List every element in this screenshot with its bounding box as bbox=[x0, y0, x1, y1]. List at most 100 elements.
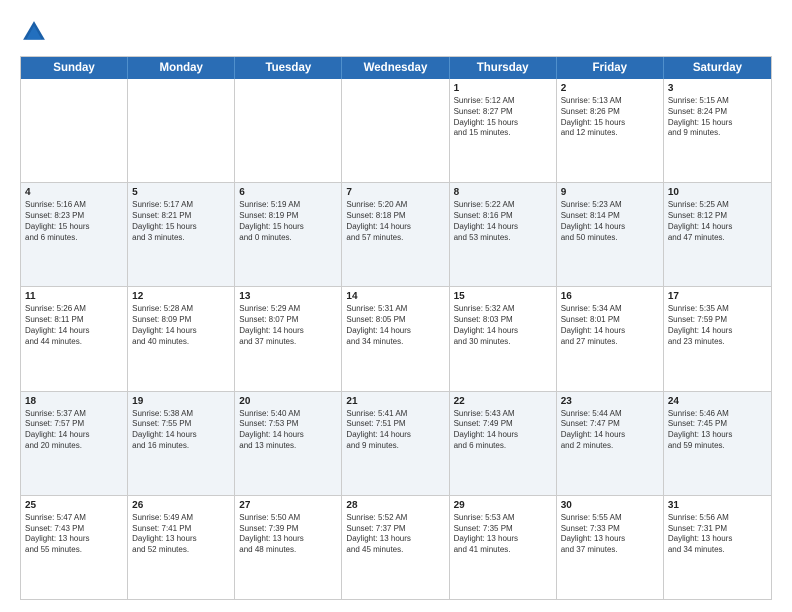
day-number: 4 bbox=[25, 186, 123, 199]
day-number: 24 bbox=[668, 395, 767, 408]
calendar-cell: 22Sunrise: 5:43 AM Sunset: 7:49 PM Dayli… bbox=[450, 392, 557, 495]
calendar-cell: 29Sunrise: 5:53 AM Sunset: 7:35 PM Dayli… bbox=[450, 496, 557, 599]
day-info: Sunrise: 5:50 AM Sunset: 7:39 PM Dayligh… bbox=[239, 513, 337, 556]
calendar-cell: 5Sunrise: 5:17 AM Sunset: 8:21 PM Daylig… bbox=[128, 183, 235, 286]
day-number: 26 bbox=[132, 499, 230, 512]
day-info: Sunrise: 5:22 AM Sunset: 8:16 PM Dayligh… bbox=[454, 200, 552, 243]
day-number: 19 bbox=[132, 395, 230, 408]
day-info: Sunrise: 5:25 AM Sunset: 8:12 PM Dayligh… bbox=[668, 200, 767, 243]
day-number: 18 bbox=[25, 395, 123, 408]
calendar-cell: 27Sunrise: 5:50 AM Sunset: 7:39 PM Dayli… bbox=[235, 496, 342, 599]
day-info: Sunrise: 5:52 AM Sunset: 7:37 PM Dayligh… bbox=[346, 513, 444, 556]
page: SundayMondayTuesdayWednesdayThursdayFrid… bbox=[0, 0, 792, 612]
day-number: 1 bbox=[454, 82, 552, 95]
day-info: Sunrise: 5:46 AM Sunset: 7:45 PM Dayligh… bbox=[668, 409, 767, 452]
calendar-cell: 30Sunrise: 5:55 AM Sunset: 7:33 PM Dayli… bbox=[557, 496, 664, 599]
day-info: Sunrise: 5:19 AM Sunset: 8:19 PM Dayligh… bbox=[239, 200, 337, 243]
day-number: 7 bbox=[346, 186, 444, 199]
day-number: 12 bbox=[132, 290, 230, 303]
calendar-cell: 12Sunrise: 5:28 AM Sunset: 8:09 PM Dayli… bbox=[128, 287, 235, 390]
calendar-cell: 20Sunrise: 5:40 AM Sunset: 7:53 PM Dayli… bbox=[235, 392, 342, 495]
calendar-cell: 7Sunrise: 5:20 AM Sunset: 8:18 PM Daylig… bbox=[342, 183, 449, 286]
weekday-header: Tuesday bbox=[235, 57, 342, 79]
calendar-cell: 9Sunrise: 5:23 AM Sunset: 8:14 PM Daylig… bbox=[557, 183, 664, 286]
calendar-cell: 18Sunrise: 5:37 AM Sunset: 7:57 PM Dayli… bbox=[21, 392, 128, 495]
calendar-cell: 8Sunrise: 5:22 AM Sunset: 8:16 PM Daylig… bbox=[450, 183, 557, 286]
calendar-cell: 31Sunrise: 5:56 AM Sunset: 7:31 PM Dayli… bbox=[664, 496, 771, 599]
header bbox=[20, 18, 772, 46]
calendar-cell bbox=[21, 79, 128, 182]
calendar-cell: 3Sunrise: 5:15 AM Sunset: 8:24 PM Daylig… bbox=[664, 79, 771, 182]
weekday-header: Monday bbox=[128, 57, 235, 79]
calendar-cell: 14Sunrise: 5:31 AM Sunset: 8:05 PM Dayli… bbox=[342, 287, 449, 390]
calendar-cell: 1Sunrise: 5:12 AM Sunset: 8:27 PM Daylig… bbox=[450, 79, 557, 182]
day-number: 10 bbox=[668, 186, 767, 199]
day-number: 27 bbox=[239, 499, 337, 512]
day-number: 5 bbox=[132, 186, 230, 199]
day-info: Sunrise: 5:53 AM Sunset: 7:35 PM Dayligh… bbox=[454, 513, 552, 556]
calendar-cell: 6Sunrise: 5:19 AM Sunset: 8:19 PM Daylig… bbox=[235, 183, 342, 286]
calendar-cell: 15Sunrise: 5:32 AM Sunset: 8:03 PM Dayli… bbox=[450, 287, 557, 390]
calendar-cell bbox=[128, 79, 235, 182]
day-info: Sunrise: 5:55 AM Sunset: 7:33 PM Dayligh… bbox=[561, 513, 659, 556]
day-info: Sunrise: 5:38 AM Sunset: 7:55 PM Dayligh… bbox=[132, 409, 230, 452]
calendar-cell bbox=[235, 79, 342, 182]
day-number: 31 bbox=[668, 499, 767, 512]
day-number: 9 bbox=[561, 186, 659, 199]
day-number: 28 bbox=[346, 499, 444, 512]
day-info: Sunrise: 5:13 AM Sunset: 8:26 PM Dayligh… bbox=[561, 96, 659, 139]
logo-icon bbox=[20, 18, 48, 46]
day-info: Sunrise: 5:32 AM Sunset: 8:03 PM Dayligh… bbox=[454, 304, 552, 347]
calendar-cell: 28Sunrise: 5:52 AM Sunset: 7:37 PM Dayli… bbox=[342, 496, 449, 599]
calendar-cell: 21Sunrise: 5:41 AM Sunset: 7:51 PM Dayli… bbox=[342, 392, 449, 495]
calendar-cell: 4Sunrise: 5:16 AM Sunset: 8:23 PM Daylig… bbox=[21, 183, 128, 286]
calendar-cell: 19Sunrise: 5:38 AM Sunset: 7:55 PM Dayli… bbox=[128, 392, 235, 495]
day-number: 16 bbox=[561, 290, 659, 303]
day-number: 22 bbox=[454, 395, 552, 408]
calendar-cell: 26Sunrise: 5:49 AM Sunset: 7:41 PM Dayli… bbox=[128, 496, 235, 599]
day-info: Sunrise: 5:35 AM Sunset: 7:59 PM Dayligh… bbox=[668, 304, 767, 347]
day-info: Sunrise: 5:43 AM Sunset: 7:49 PM Dayligh… bbox=[454, 409, 552, 452]
calendar-cell: 10Sunrise: 5:25 AM Sunset: 8:12 PM Dayli… bbox=[664, 183, 771, 286]
day-info: Sunrise: 5:31 AM Sunset: 8:05 PM Dayligh… bbox=[346, 304, 444, 347]
day-number: 21 bbox=[346, 395, 444, 408]
calendar-cell: 13Sunrise: 5:29 AM Sunset: 8:07 PM Dayli… bbox=[235, 287, 342, 390]
day-info: Sunrise: 5:56 AM Sunset: 7:31 PM Dayligh… bbox=[668, 513, 767, 556]
day-info: Sunrise: 5:40 AM Sunset: 7:53 PM Dayligh… bbox=[239, 409, 337, 452]
day-info: Sunrise: 5:37 AM Sunset: 7:57 PM Dayligh… bbox=[25, 409, 123, 452]
day-info: Sunrise: 5:17 AM Sunset: 8:21 PM Dayligh… bbox=[132, 200, 230, 243]
day-number: 17 bbox=[668, 290, 767, 303]
day-info: Sunrise: 5:47 AM Sunset: 7:43 PM Dayligh… bbox=[25, 513, 123, 556]
logo bbox=[20, 18, 52, 46]
day-info: Sunrise: 5:12 AM Sunset: 8:27 PM Dayligh… bbox=[454, 96, 552, 139]
day-info: Sunrise: 5:41 AM Sunset: 7:51 PM Dayligh… bbox=[346, 409, 444, 452]
day-number: 20 bbox=[239, 395, 337, 408]
day-info: Sunrise: 5:15 AM Sunset: 8:24 PM Dayligh… bbox=[668, 96, 767, 139]
calendar-header: SundayMondayTuesdayWednesdayThursdayFrid… bbox=[21, 57, 771, 79]
calendar-row: 4Sunrise: 5:16 AM Sunset: 8:23 PM Daylig… bbox=[21, 183, 771, 287]
calendar-cell bbox=[342, 79, 449, 182]
day-info: Sunrise: 5:16 AM Sunset: 8:23 PM Dayligh… bbox=[25, 200, 123, 243]
day-number: 29 bbox=[454, 499, 552, 512]
day-number: 2 bbox=[561, 82, 659, 95]
weekday-header: Friday bbox=[557, 57, 664, 79]
weekday-header: Wednesday bbox=[342, 57, 449, 79]
day-number: 13 bbox=[239, 290, 337, 303]
weekday-header: Thursday bbox=[450, 57, 557, 79]
calendar-cell: 17Sunrise: 5:35 AM Sunset: 7:59 PM Dayli… bbox=[664, 287, 771, 390]
calendar: SundayMondayTuesdayWednesdayThursdayFrid… bbox=[20, 56, 772, 600]
day-info: Sunrise: 5:29 AM Sunset: 8:07 PM Dayligh… bbox=[239, 304, 337, 347]
weekday-header: Sunday bbox=[21, 57, 128, 79]
day-number: 14 bbox=[346, 290, 444, 303]
day-number: 30 bbox=[561, 499, 659, 512]
calendar-row: 11Sunrise: 5:26 AM Sunset: 8:11 PM Dayli… bbox=[21, 287, 771, 391]
day-info: Sunrise: 5:44 AM Sunset: 7:47 PM Dayligh… bbox=[561, 409, 659, 452]
day-number: 15 bbox=[454, 290, 552, 303]
day-number: 3 bbox=[668, 82, 767, 95]
day-number: 8 bbox=[454, 186, 552, 199]
calendar-cell: 16Sunrise: 5:34 AM Sunset: 8:01 PM Dayli… bbox=[557, 287, 664, 390]
day-info: Sunrise: 5:23 AM Sunset: 8:14 PM Dayligh… bbox=[561, 200, 659, 243]
day-info: Sunrise: 5:28 AM Sunset: 8:09 PM Dayligh… bbox=[132, 304, 230, 347]
day-number: 25 bbox=[25, 499, 123, 512]
calendar-cell: 11Sunrise: 5:26 AM Sunset: 8:11 PM Dayli… bbox=[21, 287, 128, 390]
